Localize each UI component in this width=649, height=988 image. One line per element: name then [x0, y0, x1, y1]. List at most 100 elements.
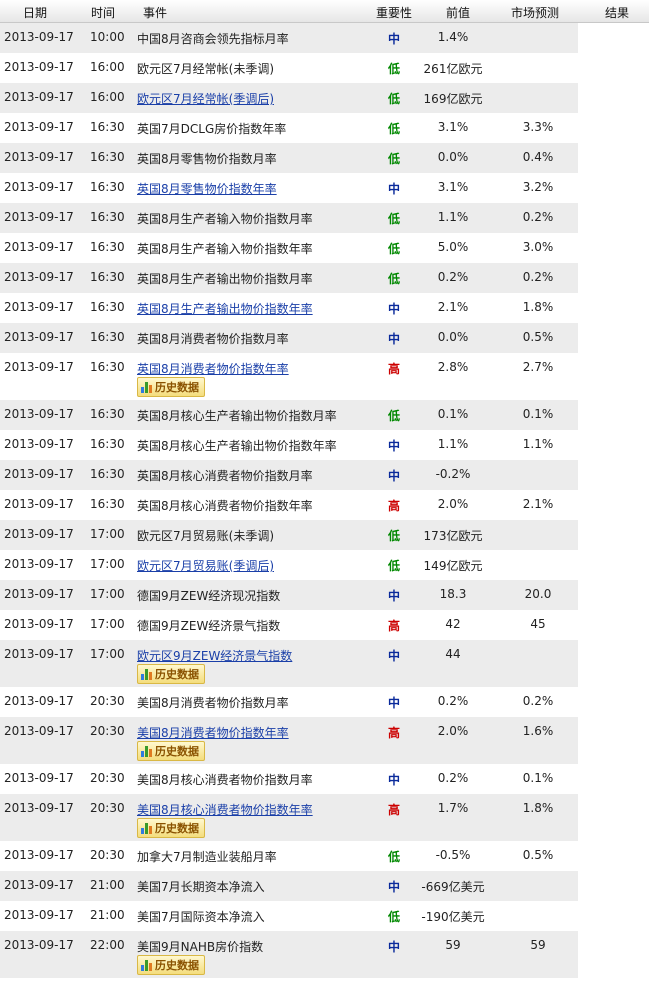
- event-name: 美国7月长期资本净流入: [137, 880, 265, 894]
- event-time: 16:30: [90, 467, 125, 481]
- table-row: 2013-09-17 21:00 美国7月长期资本净流入中 -669亿美元: [0, 871, 578, 901]
- event-time: 22:00: [90, 938, 125, 952]
- event-date: 2013-09-17: [4, 878, 74, 892]
- history-data-button[interactable]: 历史数据: [137, 377, 205, 397]
- table-row: 2013-09-17 17:00 欧元区7月贸易账(未季调) 低 173亿欧元: [0, 520, 578, 550]
- forecast-value: 1.8%: [522, 801, 554, 815]
- event-date: 2013-09-17: [4, 724, 74, 738]
- event-name: 英国8月零售物价指数月率: [137, 152, 277, 166]
- event-link[interactable]: 英国8月零售物价指数年率: [137, 180, 277, 197]
- event-time: 16:30: [90, 240, 125, 254]
- event-date: 2013-09-17: [4, 497, 74, 511]
- event-time: 16:00: [90, 90, 125, 104]
- previous-value: 1.1%: [437, 210, 469, 224]
- forecast-value: 0.5%: [522, 848, 554, 862]
- history-data-label: 历史数据: [155, 959, 199, 972]
- forecast-value: 3.2%: [522, 180, 554, 194]
- forecast-value: 0.1%: [522, 407, 554, 421]
- event-date: 2013-09-17: [4, 617, 74, 631]
- forecast-value: 1.8%: [522, 300, 554, 314]
- table-row: 2013-09-17 20:30 美国8月核心消费者物价指数月率中 0.2% 0.1%: [0, 764, 578, 794]
- history-data-button[interactable]: 历史数据: [137, 818, 205, 838]
- header-importance: 重要性: [376, 6, 413, 20]
- previous-value: 0.2%: [437, 270, 469, 284]
- bar-chart-icon: [141, 822, 152, 834]
- event-date: 2013-09-17: [4, 587, 74, 601]
- event-date: 2013-09-17: [4, 180, 74, 194]
- event-link[interactable]: 英国8月消费者物价指数年率: [137, 360, 289, 377]
- event-date: 2013-09-17: [4, 150, 74, 164]
- event-name: 美国8月消费者物价指数月率: [137, 696, 289, 710]
- event-date: 2013-09-17: [4, 360, 74, 374]
- event-time: 17:00: [90, 557, 125, 571]
- bar-chart-icon: [141, 381, 152, 393]
- event-link[interactable]: 欧元区7月经常帐(季调后): [137, 90, 274, 107]
- table-row: 2013-09-17 16:30 英国8月生产者输出物价指数年率中 2.1% 1.8%: [0, 293, 578, 323]
- event-time: 16:30: [90, 210, 125, 224]
- header-forecast: 市场预测: [511, 6, 560, 20]
- event-name: 英国8月生产者输入物价指数月率: [137, 212, 313, 226]
- event-time: 20:30: [90, 694, 125, 708]
- event-list: 2013-09-17 10:00 中国8月咨商会领先指标月率中 1.4% 2013-09…: [0, 23, 649, 978]
- event-link[interactable]: 欧元区9月ZEW经济景气指数: [137, 647, 292, 664]
- event-date: 2013-09-17: [4, 330, 74, 344]
- history-data-button[interactable]: 历史数据: [137, 741, 205, 761]
- event-date: 2013-09-17: [4, 848, 74, 862]
- event-link[interactable]: 美国8月核心消费者物价指数年率: [137, 801, 313, 818]
- event-link[interactable]: 欧元区7月贸易账(季调后): [137, 557, 274, 574]
- forecast-value: 1.1%: [522, 437, 554, 451]
- event-name: 英国8月核心生产者输出物价指数年率: [137, 439, 337, 453]
- event-time: 20:30: [90, 724, 125, 738]
- previous-value: -0.2%: [435, 467, 471, 481]
- previous-value: 1.7%: [437, 801, 469, 815]
- event-date: 2013-09-17: [4, 60, 74, 74]
- previous-value: 1.1%: [437, 437, 469, 451]
- previous-value: 18.3: [439, 587, 467, 601]
- forecast-value: 2.1%: [522, 497, 554, 511]
- event-time: 16:30: [90, 120, 125, 134]
- history-data-label: 历史数据: [155, 668, 199, 681]
- forecast-value: 3.3%: [522, 120, 554, 134]
- economic-calendar: 日期 时间 事件 重要性 前值 市场预测 结果 2013-09-17 10:00 中…: [0, 0, 649, 978]
- table-row: 2013-09-17 21:00 美国7月国际资本净流入低 -190亿美元: [0, 901, 578, 931]
- table-row: 2013-09-17 17:00 欧元区7月贸易账(季调后) 低 149亿欧元: [0, 550, 578, 580]
- event-time: 16:30: [90, 150, 125, 164]
- previous-value: 2.0%: [437, 497, 469, 511]
- previous-value: 0.2%: [437, 771, 469, 785]
- event-date: 2013-09-17: [4, 527, 74, 541]
- table-row: 2013-09-17 10:00 中国8月咨商会领先指标月率中 1.4%: [0, 23, 578, 53]
- event-time: 21:00: [90, 878, 125, 892]
- previous-value: -0.5%: [435, 848, 471, 862]
- history-data-button[interactable]: 历史数据: [137, 664, 205, 684]
- header-result: 结果: [605, 6, 630, 20]
- table-row: 2013-09-17 16:30 英国8月核心消费者物价指数月率中 -0.2%: [0, 460, 578, 490]
- event-link[interactable]: 英国8月生产者输出物价指数年率: [137, 300, 313, 317]
- previous-value: 0.2%: [437, 694, 469, 708]
- previous-value: 0.0%: [437, 330, 469, 344]
- table-header: 日期 时间 事件 重要性 前值 市场预测 结果: [0, 0, 649, 23]
- event-date: 2013-09-17: [4, 908, 74, 922]
- table-row: 2013-09-17 16:30 英国8月生产者输出物价指数月率低 0.2% 0.2%: [0, 263, 578, 293]
- forecast-value: 0.2%: [522, 210, 554, 224]
- event-time: 17:00: [90, 617, 125, 631]
- forecast-value: 2.7%: [522, 360, 554, 374]
- event-time: 16:00: [90, 60, 125, 74]
- event-name: 英国7月DCLG房价指数年率: [137, 122, 287, 136]
- event-date: 2013-09-17: [4, 270, 74, 284]
- history-data-button[interactable]: 历史数据: [137, 955, 205, 975]
- previous-value: 44: [445, 647, 461, 661]
- previous-value: 0.1%: [437, 407, 469, 421]
- event-date: 2013-09-17: [4, 557, 74, 571]
- event-time: 20:30: [90, 771, 125, 785]
- event-date: 2013-09-17: [4, 801, 74, 815]
- table-row: 2013-09-17 22:00 美国9月NAHB房价指数中 59 59 历史数据: [0, 931, 578, 978]
- table-row: 2013-09-17 16:30 英国8月核心消费者物价指数年率高 2.0% 2.1%: [0, 490, 578, 520]
- event-date: 2013-09-17: [4, 694, 74, 708]
- event-link[interactable]: 美国8月消费者物价指数年率: [137, 724, 289, 741]
- event-name: 欧元区7月贸易账(未季调): [137, 529, 274, 543]
- table-row: 2013-09-17 16:30 英国8月零售物价指数年率中 3.1% 3.2%: [0, 173, 578, 203]
- table-row: 2013-09-17 16:00 欧元区7月经常帐(未季调) 低 261亿欧元: [0, 53, 578, 83]
- previous-value: -190亿美元: [421, 910, 485, 924]
- event-date: 2013-09-17: [4, 467, 74, 481]
- header-time: 时间: [91, 6, 116, 20]
